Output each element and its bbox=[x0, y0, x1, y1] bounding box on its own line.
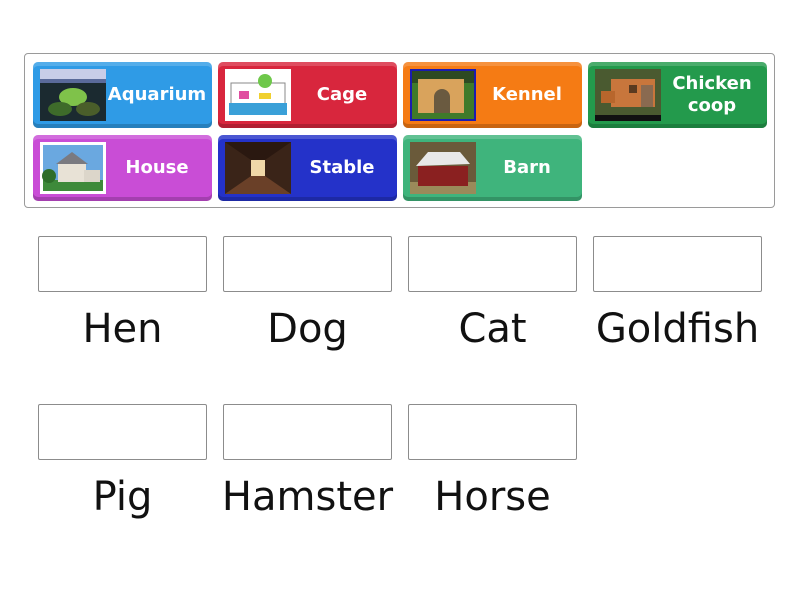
tile-kennel[interactable]: Kennel bbox=[403, 62, 582, 128]
tile-label: House bbox=[125, 157, 189, 178]
chicken-coop-image bbox=[595, 69, 661, 121]
drop-zone-horse[interactable] bbox=[408, 404, 577, 460]
tile-cage[interactable]: Cage bbox=[218, 62, 397, 128]
drop-zone-hen[interactable] bbox=[38, 236, 207, 292]
stable-image bbox=[225, 142, 291, 194]
tile-label: Chicken coop bbox=[672, 73, 752, 116]
tile-aquarium[interactable]: Aquarium bbox=[33, 62, 212, 128]
barn-image bbox=[410, 142, 476, 194]
tile-barn[interactable]: Barn bbox=[403, 135, 582, 201]
tile-label: Barn bbox=[503, 157, 551, 178]
target-label-dog: Dog bbox=[267, 306, 348, 352]
tile-label: Cage bbox=[316, 84, 368, 105]
aquarium-image bbox=[40, 69, 106, 121]
drop-zone-pig[interactable] bbox=[38, 404, 207, 460]
drop-zone-cat[interactable] bbox=[408, 236, 577, 292]
tile-label: Aquarium bbox=[107, 84, 207, 105]
cage-image bbox=[225, 69, 291, 121]
house-image bbox=[40, 142, 106, 194]
drop-zone-dog[interactable] bbox=[223, 236, 392, 292]
target-label-hen: Hen bbox=[82, 306, 163, 352]
target-label-cat: Cat bbox=[458, 306, 527, 352]
kennel-image bbox=[410, 69, 476, 121]
drop-zone-hamster[interactable] bbox=[223, 404, 392, 460]
tile-house[interactable]: House bbox=[33, 135, 212, 201]
drop-zone-goldfish[interactable] bbox=[593, 236, 762, 292]
target-label-pig: Pig bbox=[92, 474, 153, 520]
target-label-hamster: Hamster bbox=[221, 474, 394, 520]
tile-chicken-coop[interactable]: Chicken coop bbox=[588, 62, 767, 128]
target-label-goldfish: Goldfish bbox=[595, 306, 760, 352]
tile-stable[interactable]: Stable bbox=[218, 135, 397, 201]
tile-label: Kennel bbox=[492, 84, 562, 105]
target-label-horse: Horse bbox=[434, 474, 551, 520]
tile-label: Stable bbox=[309, 157, 375, 178]
